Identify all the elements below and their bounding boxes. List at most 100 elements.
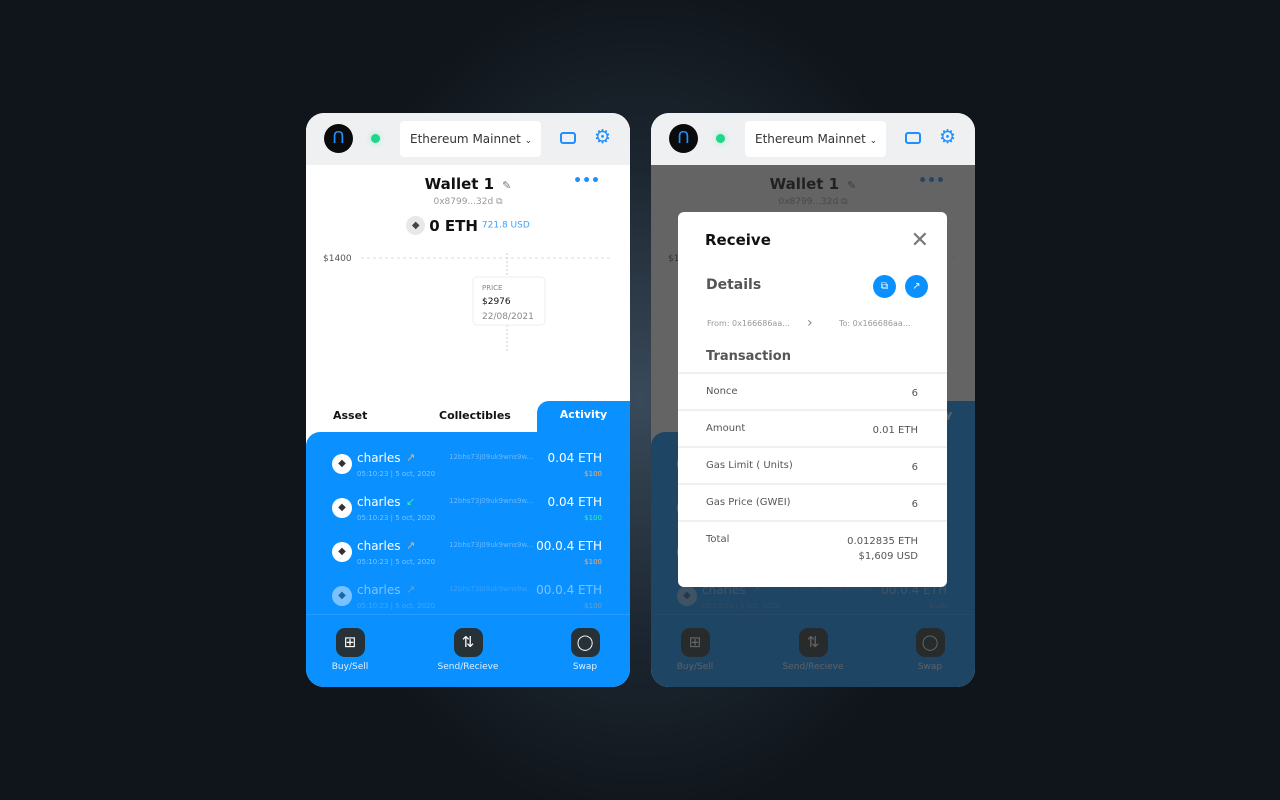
- row-label: Amount: [706, 423, 746, 434]
- balance-eth: 0 ETH: [429, 216, 478, 235]
- grid-icon: ⊞: [335, 628, 365, 657]
- tab-collectibles[interactable]: Collectibles: [439, 409, 511, 422]
- gear-icon[interactable]: ⚙: [939, 126, 956, 148]
- chevron-right-icon: ›: [807, 315, 813, 331]
- eth-icon: ◆: [332, 586, 352, 606]
- total-eth: 0.012835 ETH: [847, 536, 918, 547]
- network-label: Ethereum Mainnet: [410, 132, 521, 146]
- transaction-row: Amount 0.01 ETH: [678, 409, 947, 446]
- activity-amount: 00.0.4 ETH: [536, 583, 602, 597]
- total-usd: $1,609 USD: [858, 551, 918, 562]
- activity-time: 05:10:23 | 5 oct, 2020: [357, 558, 436, 566]
- activity-usd: $100: [584, 514, 602, 522]
- close-icon[interactable]: ✕: [911, 228, 929, 253]
- row-value: 6: [911, 462, 918, 473]
- row-label: Nonce: [706, 386, 738, 397]
- activity-amount: 0.04 ETH: [547, 451, 602, 465]
- buy-sell-button[interactable]: ⊞ Buy/Sell: [310, 628, 390, 672]
- row-value: 0.01 ETH: [872, 425, 918, 436]
- from-address: From: 0x166686aa...: [707, 319, 790, 328]
- tooltip-date: 22/08/2021: [482, 312, 534, 322]
- swap-label: Swap: [572, 662, 598, 672]
- send-receive-button[interactable]: ⇅ Send/Recieve: [428, 628, 508, 672]
- price-chart[interactable]: $1700$1600$1500$140009/0813/0817/0821/08…: [306, 243, 630, 383]
- arrow-up-right-icon: ↗: [406, 583, 416, 596]
- network-selector[interactable]: Ethereum Mainnet ⌄: [400, 121, 541, 157]
- wallet-screen: ᑎ Ethereum Mainnet ⌄ ⚙ Wallet 1 ✎ ••• 0x8…: [306, 113, 630, 687]
- details-heading: Details: [706, 277, 762, 293]
- tab-asset[interactable]: Asset: [333, 409, 367, 422]
- activity-usd: $100: [584, 602, 602, 610]
- action-bar: ⊞ Buy/Sell ⇅ Send/Recieve ◯ Swap: [306, 614, 630, 687]
- transaction-row: Gas Limit ( Units) 6: [678, 446, 947, 483]
- swap-button[interactable]: ◯ Swap: [545, 628, 625, 672]
- activity-time: 05:10:23 | 5 oct, 2020: [357, 602, 436, 610]
- top-bar: ᑎ Ethereum Mainnet ⌄ ⚙: [651, 113, 975, 165]
- transaction-heading: Transaction: [706, 349, 791, 364]
- eth-icon: ◆: [406, 216, 426, 235]
- network-selector[interactable]: Ethereum Mainnet ⌄: [745, 121, 886, 157]
- wallet-icon[interactable]: [905, 132, 921, 144]
- swap-icon: ◯: [570, 628, 600, 657]
- transfer-icon: ⇅: [453, 628, 483, 657]
- activity-list: ◆ charles ↗ 12bhs73j09uk9wns9w... 05:10:…: [306, 432, 630, 687]
- total-row: Total 0.012835 ETH $1,609 USD: [678, 520, 947, 580]
- to-address: To: 0x166686aa...: [839, 319, 911, 328]
- activity-amount: 0.04 ETH: [547, 495, 602, 509]
- tab-bar: Asset Collectibles Activity: [306, 401, 630, 433]
- wallet-address: 0x8799...32d ⧉: [306, 197, 630, 207]
- gear-icon[interactable]: ⚙: [594, 126, 611, 148]
- transaction-row: Nonce 6: [678, 372, 947, 409]
- arrow-up-right-icon: ↗: [406, 539, 416, 552]
- top-bar: ᑎ Ethereum Mainnet ⌄ ⚙: [306, 113, 630, 165]
- activity-name: charles: [357, 495, 401, 509]
- activity-hash: 12bhs73j09uk9wns9w...: [449, 541, 534, 549]
- copy-icon[interactable]: ⧉: [873, 275, 896, 298]
- total-value: 0.012835 ETH $1,609 USD: [847, 534, 918, 564]
- activity-hash: 12bhs73j09uk9wns9w...: [449, 497, 534, 505]
- chevron-down-icon: ⌄: [869, 136, 878, 146]
- total-label: Total: [706, 534, 730, 545]
- wallet-icon[interactable]: [560, 132, 576, 144]
- eth-icon: ◆: [332, 454, 352, 474]
- activity-hash: 12bhs73j09uk9wns9w...: [449, 453, 534, 461]
- app-logo: ᑎ: [324, 124, 353, 153]
- connection-status-dot: [716, 134, 725, 143]
- send-receive-label: Send/Recieve: [437, 662, 499, 672]
- activity-item[interactable]: ◆ charles ↗ 12bhs73j09uk9wns9w... 05:10:…: [306, 534, 630, 578]
- row-label: Gas Limit ( Units): [706, 460, 793, 471]
- row-label: Gas Price (GWEI): [706, 497, 791, 508]
- activity-hash: 12bhs73j09uk9wns9w...: [449, 585, 534, 593]
- activity-item[interactable]: ◆ charles ↙ 12bhs73j09uk9wns9w... 05:10:…: [306, 490, 630, 534]
- pencil-icon[interactable]: ✎: [502, 179, 511, 192]
- activity-usd: $100: [584, 558, 602, 566]
- eth-icon: ◆: [332, 542, 352, 562]
- external-link-icon[interactable]: ↗: [905, 275, 928, 298]
- app-logo: ᑎ: [669, 124, 698, 153]
- y-tick-label: $1400: [323, 254, 352, 264]
- arrow-down-left-icon: ↙: [406, 495, 416, 508]
- address-text: 0x8799...32d: [433, 197, 494, 207]
- copy-icon[interactable]: ⧉: [496, 197, 502, 207]
- row-value: 6: [911, 499, 918, 510]
- tab-activity[interactable]: Activity: [537, 401, 630, 433]
- tooltip-value: $2976: [482, 297, 511, 307]
- activity-time: 05:10:23 | 5 oct, 2020: [357, 470, 436, 478]
- transaction-row: Gas Price (GWEI) 6: [678, 483, 947, 520]
- activity-name: charles: [357, 583, 401, 597]
- buy-sell-label: Buy/Sell: [331, 662, 369, 672]
- activity-amount: 00.0.4 ETH: [536, 539, 602, 553]
- activity-item[interactable]: ◆ charles ↗ 12bhs73j09uk9wns9w... 05:10:…: [306, 446, 630, 490]
- modal-title: Receive: [705, 231, 771, 249]
- arrow-up-right-icon: ↗: [406, 451, 416, 464]
- more-options-icon[interactable]: •••: [573, 173, 600, 189]
- activity-usd: $100: [584, 470, 602, 478]
- chevron-down-icon: ⌄: [524, 136, 533, 146]
- balance: ◆0 ETH721.8 USD: [306, 215, 630, 235]
- eth-icon: ◆: [332, 498, 352, 518]
- activity-time: 05:10:23 | 5 oct, 2020: [357, 514, 436, 522]
- activity-name: charles: [357, 539, 401, 553]
- balance-usd: 721.8 USD: [481, 220, 530, 231]
- wallet-name: Wallet 1: [424, 175, 495, 193]
- network-label: Ethereum Mainnet: [755, 132, 866, 146]
